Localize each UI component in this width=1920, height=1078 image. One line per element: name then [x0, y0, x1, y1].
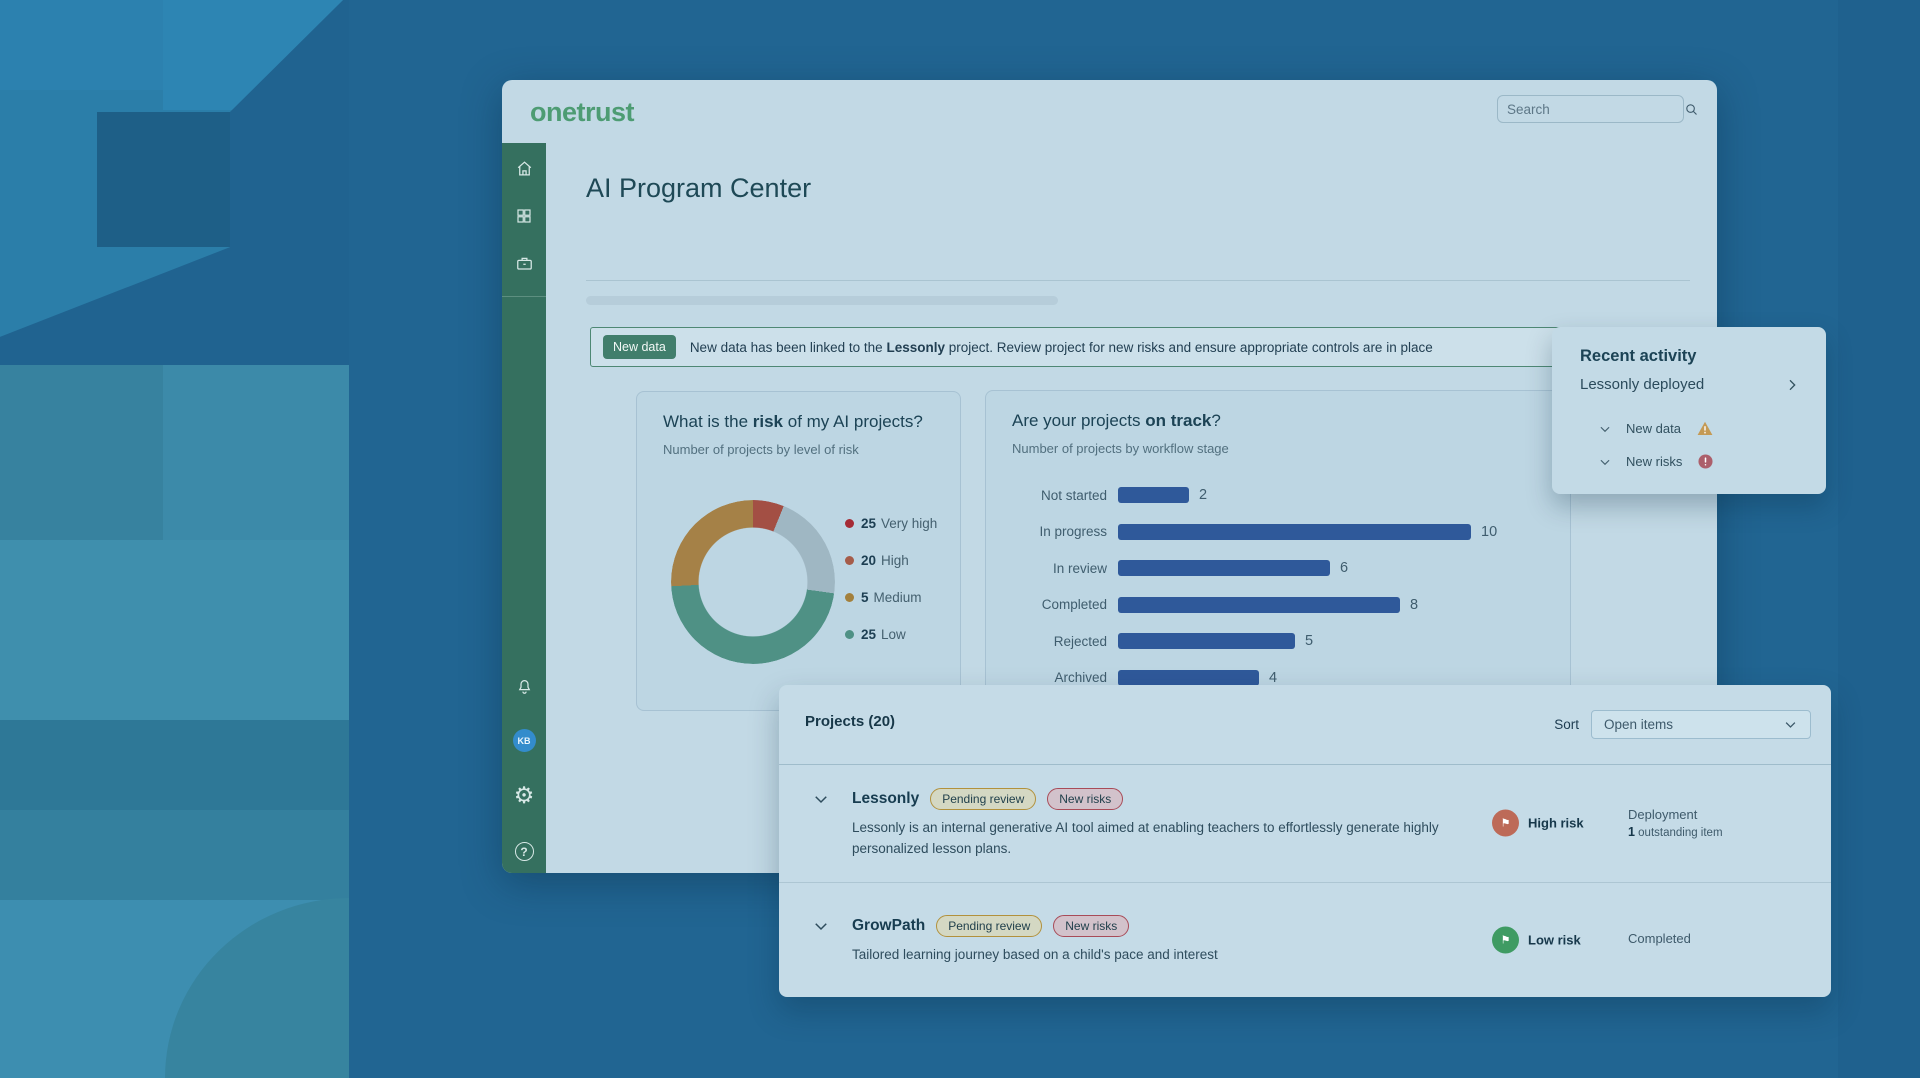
pending-review-badge: Pending review [930, 788, 1036, 810]
pending-review-badge: Pending review [936, 915, 1042, 937]
bar [1118, 597, 1400, 613]
alert-icon [1698, 454, 1713, 469]
recent-activity-title: Recent activity [1580, 347, 1696, 366]
bar-row: Archived 4 [1014, 670, 1550, 686]
warning-icon [1697, 421, 1713, 436]
workflow-bar-chart: Not started 2 In progress 10 In review 6… [1014, 487, 1550, 686]
chevron-down-icon [1783, 717, 1798, 732]
apps-grid-icon[interactable] [502, 207, 546, 225]
legend-item: 20 High [845, 553, 937, 568]
risk-card-title: What is the risk of my AI projects? [663, 412, 923, 432]
bg-band [0, 720, 349, 810]
search-box[interactable] [1497, 95, 1684, 123]
project-main: GrowPath Pending review New risks Tailor… [812, 915, 1218, 965]
project-name[interactable]: Lessonly [852, 790, 919, 808]
project-status: Deployment 1 outstanding item [1628, 807, 1723, 839]
project-row-lessonly: Lessonly Pending review New risks Lesson… [779, 765, 1831, 881]
loading-skeleton-bar [586, 296, 1058, 305]
workflow-chart-card: Are your projects on track? Number of pr… [985, 390, 1571, 713]
search-input[interactable] [1507, 102, 1684, 117]
title-divider [586, 280, 1690, 281]
banner-message: New data has been linked to the Lessonly… [690, 340, 1585, 355]
bar-row: Completed 8 [1014, 597, 1550, 613]
workflow-card-title: Are your projects on track? [1012, 411, 1221, 431]
project-main: Lessonly Pending review New risks Lesson… [812, 788, 1464, 859]
bg-band [0, 810, 349, 900]
help-icon[interactable]: ? [502, 842, 546, 861]
briefcase-icon[interactable] [502, 254, 546, 273]
bg-dark-square [97, 112, 230, 247]
project-row-growpath: GrowPath Pending review New risks Tailor… [779, 882, 1831, 997]
project-description: Tailored learning journey based on a chi… [852, 944, 1218, 965]
project-description: Lessonly is an internal generative AI to… [852, 817, 1464, 859]
bar-row: Not started 2 [1014, 487, 1550, 503]
bar [1118, 560, 1330, 576]
chevron-right-icon[interactable] [1784, 377, 1800, 398]
legend-dot [845, 630, 854, 639]
legend-dot [845, 556, 854, 565]
bar [1118, 524, 1471, 540]
new-risks-badge: New risks [1047, 788, 1123, 810]
sidebar: KB ⚙ ? [502, 143, 546, 873]
risk-legend: 25 Very high 20 High 5 Medium 25 Low [845, 516, 937, 642]
legend-item: 5 Medium [845, 590, 937, 605]
workflow-card-subtitle: Number of projects by workflow stage [1012, 441, 1229, 456]
home-icon[interactable] [502, 159, 546, 178]
sidebar-divider [502, 296, 546, 297]
app-header: onetrust [502, 80, 1717, 143]
recent-row-new-data[interactable]: New data [1598, 421, 1713, 436]
bg-band [0, 365, 163, 540]
projects-title: Projects (20) [805, 713, 895, 730]
settings-gear-icon[interactable]: ⚙ [502, 784, 546, 807]
onetrust-logo: onetrust [530, 97, 634, 128]
search-icon [1684, 102, 1699, 117]
risk-indicator: ⚑ High risk [1492, 810, 1584, 837]
bar-row: Rejected 5 [1014, 633, 1550, 649]
risk-indicator: ⚑ Low risk [1492, 927, 1581, 954]
recent-row-new-risks[interactable]: New risks [1598, 454, 1713, 469]
user-avatar[interactable]: KB [502, 729, 546, 752]
legend-item: 25 Low [845, 627, 937, 642]
bar [1118, 633, 1295, 649]
notification-banner: New data New data has been linked to the… [590, 327, 1686, 367]
sort-control: Sort Open items [1554, 710, 1811, 739]
bg-band [0, 540, 349, 720]
sort-dropdown[interactable]: Open items [1591, 710, 1811, 739]
bar-row: In review 6 [1014, 560, 1550, 576]
bg-right-strip [1838, 0, 1920, 1078]
bar-row: In progress 10 [1014, 524, 1550, 540]
bg-rect [0, 0, 163, 90]
chevron-down-icon[interactable] [1598, 455, 1612, 469]
risk-donut-chart [671, 500, 835, 664]
project-name[interactable]: GrowPath [852, 917, 925, 935]
legend-item: 25 Very high [845, 516, 937, 531]
new-data-badge: New data [603, 335, 676, 359]
chevron-down-icon[interactable] [812, 790, 830, 808]
sort-label: Sort [1554, 717, 1579, 732]
notifications-bell-icon[interactable] [502, 677, 546, 696]
project-status: Completed [1628, 931, 1691, 949]
bar [1118, 487, 1189, 503]
recent-activity-panel: Recent activity Lessonly deployed New da… [1552, 327, 1826, 494]
risk-chart-card: What is the risk of my AI projects? Numb… [636, 391, 961, 711]
chevron-down-icon[interactable] [812, 917, 830, 935]
legend-dot [845, 519, 854, 528]
legend-dot [845, 593, 854, 602]
flag-icon: ⚑ [1492, 927, 1519, 954]
risk-card-subtitle: Number of projects by level of risk [663, 442, 859, 457]
chevron-down-icon[interactable] [1598, 422, 1612, 436]
projects-panel: Projects (20) Sort Open items Lessonly P… [779, 685, 1831, 997]
new-risks-badge: New risks [1053, 915, 1129, 937]
bar [1118, 670, 1259, 686]
recent-activity-item: Lessonly deployed [1580, 376, 1704, 393]
page-title: AI Program Center [586, 173, 811, 204]
flag-icon: ⚑ [1492, 810, 1519, 837]
